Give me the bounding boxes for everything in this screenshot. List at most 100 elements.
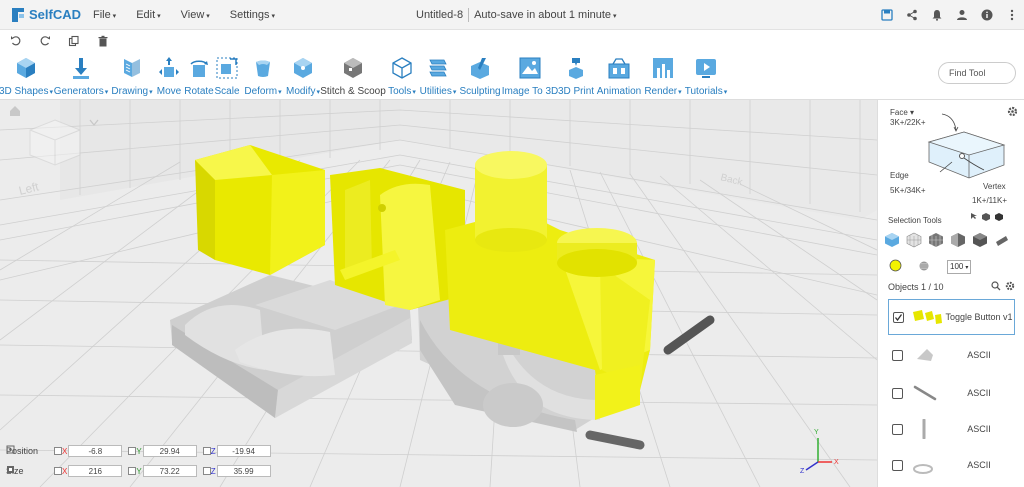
position-z-input[interactable]: -19.94 xyxy=(216,445,271,457)
face-mode-label[interactable]: Face ▾ xyxy=(890,108,914,117)
solid-cube-icon[interactable] xyxy=(972,232,988,248)
checkmark-icon xyxy=(894,313,903,321)
selection-mode-cube[interactable] xyxy=(924,110,1014,185)
menu-file[interactable]: File xyxy=(83,9,126,21)
object-list-item[interactable]: ASCII xyxy=(888,375,1015,411)
tool-utilities[interactable]: Utilities xyxy=(418,54,458,98)
undo-icon[interactable] xyxy=(10,35,22,47)
tool-drawing[interactable]: Drawing xyxy=(111,54,153,98)
objects-settings-gear-icon[interactable] xyxy=(1005,281,1015,291)
info-icon[interactable] xyxy=(981,9,993,21)
right-panel: › Face ▾ 3K+/22K+ Edge 5K+/34K+ Vertex 1… xyxy=(877,100,1024,487)
position-y-input[interactable]: 29.94 xyxy=(142,445,197,457)
scene-canvas[interactable]: Left Back Y X Z xyxy=(0,100,877,487)
tool-scale[interactable]: Scale xyxy=(214,54,240,98)
object-checkbox-checked[interactable] xyxy=(893,311,904,323)
small-cube-select-icon[interactable] xyxy=(981,212,991,222)
object-list-item[interactable]: ASCII xyxy=(888,337,1015,373)
tool-drawing-label: Drawing xyxy=(111,86,152,97)
3d-print-icon xyxy=(569,58,583,79)
menu-settings[interactable]: Settings xyxy=(220,9,285,21)
save-icon[interactable] xyxy=(881,9,893,21)
vertex-mode-label[interactable]: Vertex xyxy=(983,182,1006,191)
animation-icon xyxy=(608,58,630,79)
object-list-item[interactable]: ASCII xyxy=(888,411,1015,447)
generator-icon xyxy=(73,58,89,79)
tutorials-icon xyxy=(696,59,716,78)
document-title[interactable]: Untitled-8 xyxy=(416,9,463,21)
delete-icon[interactable] xyxy=(97,35,109,47)
tool-tutorials[interactable]: Tutorials xyxy=(684,54,728,98)
tool-render[interactable]: Render xyxy=(642,54,684,98)
app-logo[interactable]: SelfCAD xyxy=(10,6,82,24)
position-y-lock[interactable] xyxy=(128,447,137,455)
tool-modify[interactable]: Modify xyxy=(284,54,322,98)
object-list-item[interactable]: ASCII xyxy=(888,447,1015,483)
size-x-input[interactable]: 216 xyxy=(68,465,123,477)
autosave-status[interactable]: Auto-save in about 1 minute xyxy=(474,9,616,21)
object-checkbox[interactable] xyxy=(892,349,903,361)
object-name: Toggle Button v1 xyxy=(945,311,1013,322)
tool-3d-shapes[interactable]: 3D Shapes xyxy=(0,54,52,98)
tool-3d-shapes-label: 3D Shapes xyxy=(0,86,53,97)
object-checkbox[interactable] xyxy=(892,423,903,435)
tool-image-to-3d[interactable]: Image To 3D xyxy=(502,54,558,98)
brush-size-input[interactable]: 100 ▾ xyxy=(947,260,971,274)
yellow-part-left[interactable] xyxy=(195,145,325,275)
half-cube-icon[interactable] xyxy=(950,232,966,248)
3d-viewport[interactable]: Left Back Y X Z Position X -6.8 Y 29.94 … xyxy=(0,100,877,487)
object-checkbox[interactable] xyxy=(892,387,903,399)
tool-3d-print[interactable]: 3D Print xyxy=(558,54,594,98)
top-right-icons xyxy=(881,0,1018,30)
position-z-lock[interactable] xyxy=(202,447,211,455)
cube-icon xyxy=(17,58,35,78)
tool-move-label: Move xyxy=(156,86,182,97)
scale-icon xyxy=(216,57,238,79)
selection-extra-icons xyxy=(970,212,1004,222)
wireframe-cube-icon[interactable] xyxy=(906,232,922,248)
share-icon[interactable] xyxy=(906,9,918,21)
view-cube[interactable] xyxy=(29,119,81,166)
size-x-lock[interactable] xyxy=(54,467,62,475)
object-checkbox[interactable] xyxy=(892,459,903,471)
size-z-lock[interactable] xyxy=(202,467,211,475)
tool-sculpting[interactable]: Sculpting xyxy=(459,54,501,98)
search-objects-icon[interactable] xyxy=(991,281,1001,291)
cursor-select-icon[interactable] xyxy=(970,212,978,220)
tool-generators[interactable]: Generators xyxy=(54,54,107,98)
user-account-icon[interactable] xyxy=(956,9,968,21)
y-axis-label: Y xyxy=(136,466,142,476)
position-x-input[interactable]: -6.8 xyxy=(68,445,123,457)
object-list-item[interactable]: Toggle Button v1 xyxy=(888,299,1015,335)
color-picker-icon[interactable] xyxy=(889,259,902,272)
face-select-cube-icon[interactable] xyxy=(884,232,900,248)
tool-tools[interactable]: Tools xyxy=(386,54,418,98)
size-y-input[interactable]: 73.22 xyxy=(142,465,197,477)
size-z-input[interactable]: 35.99 xyxy=(216,465,271,477)
size-y-lock[interactable] xyxy=(128,467,137,475)
tool-animation[interactable]: Animation xyxy=(596,54,642,98)
position-x-lock[interactable] xyxy=(54,447,62,455)
menu-view[interactable]: View xyxy=(171,9,220,21)
yellow-part-middle[interactable] xyxy=(330,168,465,310)
tool-rotate[interactable]: Rotate xyxy=(184,54,214,98)
tool-move[interactable]: Move xyxy=(155,54,183,98)
tool-stitch-scoop[interactable]: Stitch & Scoop xyxy=(320,54,386,98)
tool-deform[interactable]: Deform xyxy=(242,54,284,98)
app-name: SelfCAD xyxy=(29,7,82,22)
ascii-ring-thumbnail xyxy=(913,464,933,474)
redo-icon[interactable] xyxy=(39,35,51,47)
notification-bell-icon[interactable] xyxy=(931,9,943,21)
brush-pattern-icon[interactable] xyxy=(918,260,930,272)
solid-cube-select-icon[interactable] xyxy=(994,212,1004,222)
menu-edit[interactable]: Edit xyxy=(126,9,170,21)
tool-image-to-3d-label: Image To 3D xyxy=(501,86,559,97)
find-tool-input[interactable]: Find Tool xyxy=(938,62,1016,84)
objects-count-label: Objects 1 / 10 xyxy=(888,282,944,292)
edge-mode-label[interactable]: Edge xyxy=(890,171,909,180)
grid-cube-icon[interactable] xyxy=(928,232,944,248)
copy-icon[interactable] xyxy=(68,35,80,47)
more-options-icon[interactable] xyxy=(1006,9,1018,21)
plane-select-icon[interactable] xyxy=(994,232,1010,248)
tool-render-label: Render xyxy=(644,86,681,97)
